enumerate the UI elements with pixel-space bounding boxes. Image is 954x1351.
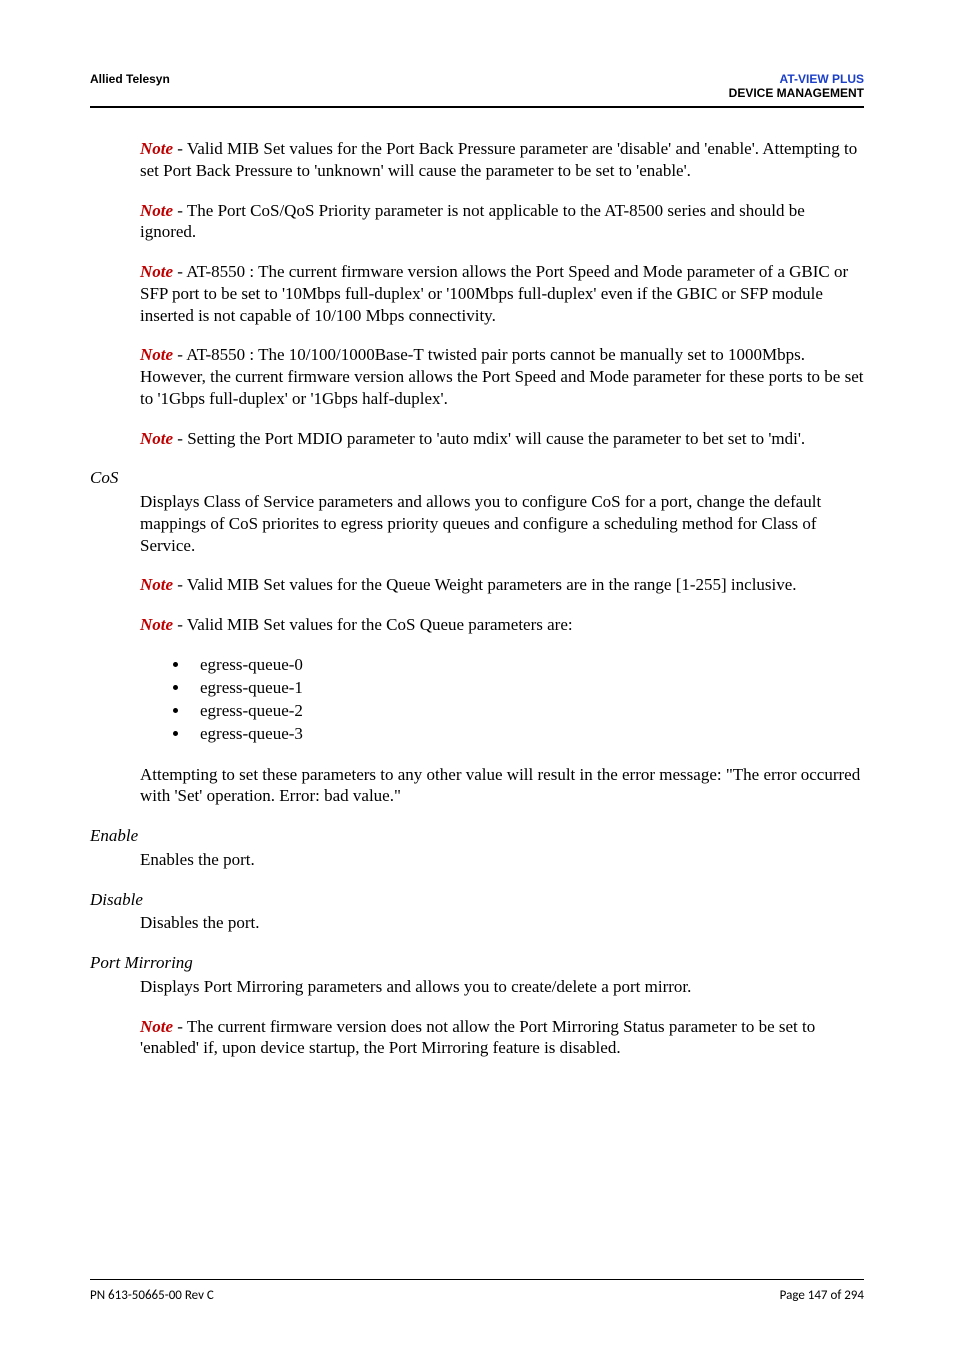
note-label: Note	[140, 201, 173, 220]
list-item: egress-queue-1	[190, 677, 864, 700]
section-body: Displays Port Mirroring parameters and a…	[140, 976, 864, 998]
note-label: Note	[140, 345, 173, 364]
note-text: - Valid MIB Set values for the Port Back…	[140, 139, 857, 180]
note-block: Note - The current firmware version does…	[140, 1016, 864, 1060]
note-block: Note - AT-8550 : The 10/100/1000Base-T t…	[140, 344, 864, 409]
section-body: Disables the port.	[140, 912, 864, 934]
note-text: - The current firmware version does not …	[140, 1017, 815, 1058]
header-right: AT-VIEW PLUS DEVICE MANAGEMENT	[729, 72, 864, 100]
note-block: Note - AT-8550 : The current firmware ve…	[140, 261, 864, 326]
note-text: - Valid MIB Set values for the CoS Queue…	[173, 615, 573, 634]
section-body: Attempting to set these parameters to an…	[140, 764, 864, 808]
footer-left: PN 613-50665-00 Rev C	[90, 1288, 214, 1303]
section-heading-cos: CoS	[90, 467, 864, 489]
note-block: Note - The Port CoS/QoS Priority paramet…	[140, 200, 864, 244]
note-text: - AT-8550 : The current firmware version…	[140, 262, 848, 325]
section-heading-enable: Enable	[90, 825, 864, 847]
section-heading-port-mirroring: Port Mirroring	[90, 952, 864, 974]
page-content: Allied Telesyn AT-VIEW PLUS DEVICE MANAG…	[0, 0, 954, 1137]
note-label: Note	[140, 262, 173, 281]
note-block: Note - Valid MIB Set values for the CoS …	[140, 614, 864, 636]
section-heading-disable: Disable	[90, 889, 864, 911]
bullet-list: egress-queue-0 egress-queue-1 egress-que…	[172, 654, 864, 746]
document-body: Note - Valid MIB Set values for the Port…	[90, 138, 864, 1059]
list-item: egress-queue-0	[190, 654, 864, 677]
section-body: Displays Class of Service parameters and…	[140, 491, 864, 556]
page-header: Allied Telesyn AT-VIEW PLUS DEVICE MANAG…	[90, 72, 864, 108]
note-label: Note	[140, 139, 173, 158]
note-block: Note - Valid MIB Set values for the Queu…	[140, 574, 864, 596]
section-body: Enables the port.	[140, 849, 864, 871]
list-item: egress-queue-2	[190, 700, 864, 723]
note-block: Note - Setting the Port MDIO parameter t…	[140, 428, 864, 450]
header-left: Allied Telesyn	[90, 72, 170, 86]
note-text: - Valid MIB Set values for the Queue Wei…	[173, 575, 797, 594]
note-block: Note - Valid MIB Set values for the Port…	[140, 138, 864, 182]
note-label: Note	[140, 615, 173, 634]
note-text: - AT-8550 : The 10/100/1000Base-T twiste…	[140, 345, 863, 408]
note-label: Note	[140, 429, 173, 448]
header-right-line2: DEVICE MANAGEMENT	[729, 86, 864, 100]
list-item: egress-queue-3	[190, 723, 864, 746]
header-right-line1: AT-VIEW PLUS	[729, 72, 864, 86]
note-text: - The Port CoS/QoS Priority parameter is…	[140, 201, 805, 242]
note-label: Note	[140, 575, 173, 594]
note-label: Note	[140, 1017, 173, 1036]
note-text: - Setting the Port MDIO parameter to 'au…	[173, 429, 805, 448]
footer-right: Page 147 of 294	[780, 1288, 864, 1303]
page-footer: PN 613-50665-00 Rev C Page 147 of 294	[90, 1279, 864, 1303]
